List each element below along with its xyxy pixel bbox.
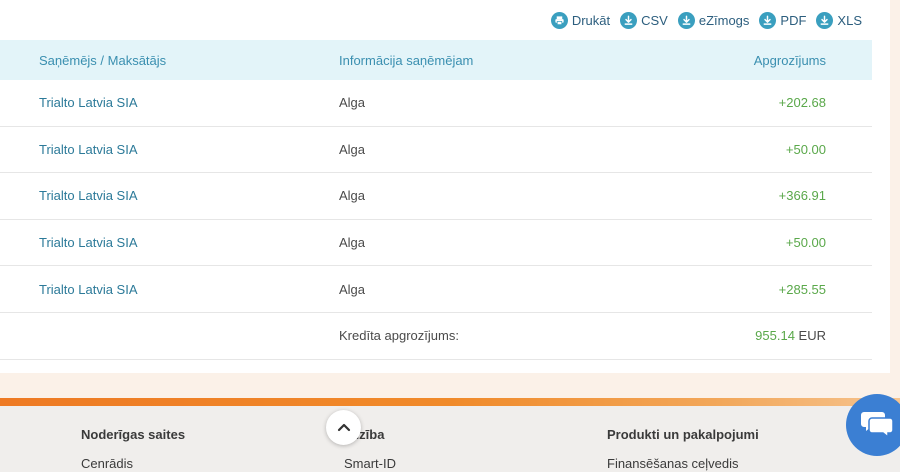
pdf-button[interactable]: PDF [759,11,807,29]
download-icon [620,11,638,29]
amount-cell: +50.00 [785,141,826,157]
info-cell: Alga [339,281,366,297]
footer-column-useful-links: Noderīgas saites Cenrādis [81,427,185,471]
info-cell: Alga [339,188,366,204]
download-icon [677,11,695,29]
footer-link-pricelist[interactable]: Cenrādis [81,456,185,471]
table-header: Saņēmējs / Maksātājs Informācija saņēmēj… [0,40,872,80]
amount-cell: +50.00 [785,235,826,251]
payer-link[interactable]: Trialto Latvia SIA [39,282,138,297]
amount-cell: +285.55 [778,281,826,297]
xls-button[interactable]: XLS [816,11,862,29]
csv-button[interactable]: CSV [620,11,668,29]
payer-link[interactable]: Trialto Latvia SIA [39,188,138,203]
table-row: Trialto Latvia SIA Alga +366.91 [0,173,872,220]
total-value: 955.14 EUR [755,328,826,343]
header-amount: Apgrozījums [753,52,826,68]
print-label: Drukāt [571,12,611,28]
footer-heading: Noderīgas saites [81,427,186,442]
header-payer: Saņēmējs / Maksātājs [39,52,167,68]
amount-cell: +366.91 [778,188,826,204]
chat-button[interactable] [846,394,900,456]
payer-link[interactable]: Trialto Latvia SIA [39,95,138,110]
estamp-label: eZīmogs [698,12,750,28]
footer-stripe [0,398,900,406]
amount-cell: +202.68 [778,95,826,111]
estamp-button[interactable]: eZīmogs [677,11,750,29]
export-toolbar: Drukāt CSV eZīmogs PDF XLS [550,10,862,30]
site-footer: Noderīgas saites Cenrādis līdzība Smart-… [0,398,900,472]
csv-label: CSV [641,12,668,28]
transactions-panel: Drukāt CSV eZīmogs PDF XLS Saņēmējs / Ma… [0,0,890,373]
total-row: Kredīta apgrozījums: 955.14 EUR [0,313,872,360]
table-row: Trialto Latvia SIA Alga +202.68 [0,80,872,127]
info-cell: Alga [339,95,366,111]
transactions-table: Saņēmējs / Maksātājs Informācija saņēmēj… [0,40,872,360]
print-icon [550,11,568,29]
xls-label: XLS [837,12,862,28]
payer-link[interactable]: Trialto Latvia SIA [39,142,138,157]
payer-link[interactable]: Trialto Latvia SIA [39,235,138,250]
chevron-up-icon [337,419,351,437]
scroll-to-top-button[interactable] [326,410,361,445]
total-currency: EUR [798,328,826,344]
table-row: Trialto Latvia SIA Alga +285.55 [0,266,872,313]
download-icon [816,11,834,29]
info-cell: Alga [339,141,366,157]
table-row: Trialto Latvia SIA Alga +50.00 [0,127,872,174]
info-cell: Alga [339,235,366,251]
download-icon [759,11,777,29]
footer-column-products: Produkti un pakalpojumi Finansēšanas ceļ… [607,427,759,471]
pdf-label: PDF [780,12,807,28]
total-label: Kredīta apgrozījums: [339,328,459,344]
header-info: Informācija saņēmējam [339,52,474,68]
footer-link-smart-id[interactable]: Smart-ID [344,456,396,471]
chat-bubbles-icon [860,408,894,443]
table-row: Trialto Latvia SIA Alga +50.00 [0,220,872,267]
footer-heading: Produkti un pakalpojumi [607,427,759,442]
print-button[interactable]: Drukāt [550,11,611,29]
footer-link-financing-guide[interactable]: Finansēšanas ceļvedis [607,456,759,471]
total-amount: 955.14 [755,328,795,344]
